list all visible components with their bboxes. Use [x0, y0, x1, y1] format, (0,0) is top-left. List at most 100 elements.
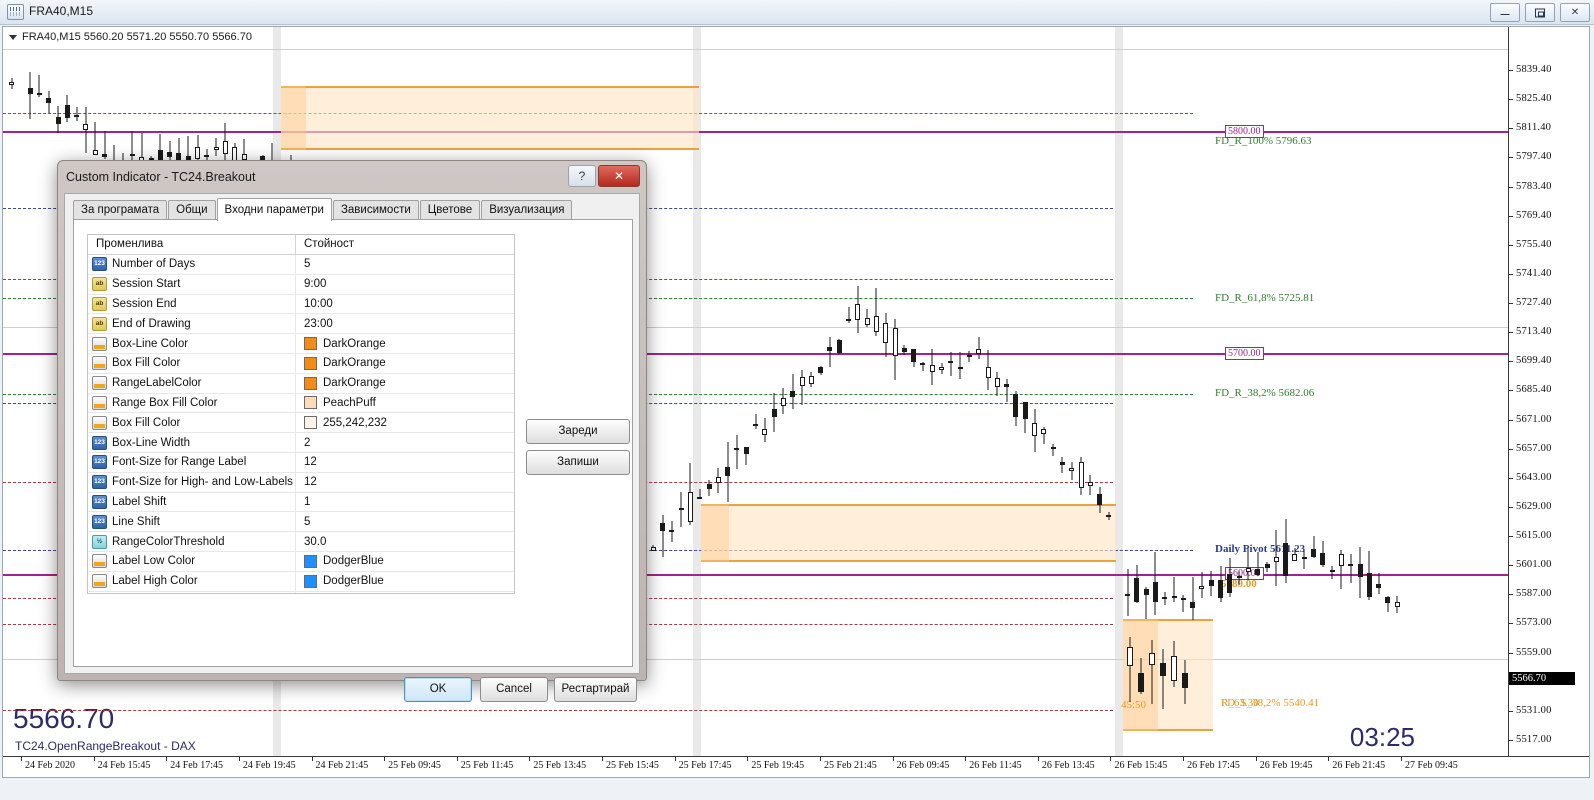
parameter-value: 5	[304, 515, 311, 528]
close-icon[interactable]: ✕	[1560, 3, 1590, 22]
parameter-name: Session End	[112, 297, 177, 310]
minimize-icon[interactable]	[1490, 3, 1520, 22]
table-row[interactable]: 123 Label Shift 1	[88, 492, 514, 513]
tab-3[interactable]: Зависимости	[332, 200, 419, 220]
parameter-name-cell: ab Session Start	[88, 274, 296, 294]
color-swatch	[304, 356, 317, 370]
tab-5[interactable]: Визуализация	[481, 200, 573, 220]
price-tick: 5573.00	[1509, 617, 1589, 628]
table-row[interactable]: Label High Color DodgerBlue	[88, 571, 514, 592]
color-swatch	[304, 554, 317, 568]
candlestick	[1366, 550, 1372, 600]
tab-4[interactable]: Цветове	[419, 200, 481, 220]
table-row[interactable]: 123 Number of Days 5	[88, 255, 514, 275]
candlestick	[771, 392, 777, 433]
candlestick	[1394, 596, 1400, 613]
table-row[interactable]: Range Box Fill Color PeachPuff	[88, 393, 514, 414]
help-icon[interactable]: ?	[568, 165, 596, 187]
price-tick-label: 5559.00	[1516, 646, 1552, 658]
dialog-tabs: За програмата Общи Входни параметри Зависим…	[73, 198, 573, 221]
parameter-value-cell[interactable]: 30.0	[296, 536, 514, 548]
parameter-name-cell: 123 Line Shift	[88, 512, 296, 532]
table-row[interactable]: 123 Font-Size for Range Label 12	[88, 452, 514, 473]
candlestick	[911, 348, 917, 367]
color-swatch	[304, 416, 317, 430]
table-row[interactable]: Box Fill Color 255,242,232	[88, 413, 514, 434]
color-icon	[92, 376, 107, 391]
tab-2[interactable]: Входни параметри	[216, 198, 332, 221]
candlestick	[1292, 547, 1298, 562]
tab-1[interactable]: Общи	[168, 200, 216, 220]
price-tick: 5825.40	[1509, 93, 1589, 104]
price-tick-label: 5573.00	[1516, 617, 1552, 629]
table-row[interactable]: Box-Line Color DarkOrange	[88, 334, 514, 354]
column-header-value: Стойност	[304, 238, 355, 250]
price-axis[interactable]: 5839.40 5825.40 5811.40 5797.40 5783.40 5769.…	[1508, 27, 1589, 757]
candlestick	[64, 94, 70, 123]
parameter-name: RangeLabelColor	[112, 377, 202, 390]
candlestick	[827, 337, 833, 367]
table-row[interactable]: ab Session Start 9:00	[88, 274, 514, 295]
parameter-name-cell: ab End of Drawing	[88, 314, 296, 334]
grid-line-0	[3, 49, 1511, 50]
parameter-value-cell[interactable]: 2	[296, 437, 514, 449]
time-tick-label: 25 Feb 11:45	[460, 760, 514, 771]
candlestick	[1376, 572, 1382, 594]
table-row[interactable]: 123 Font-Size for High- and Low-Labels 12	[88, 472, 514, 493]
parameter-value-cell[interactable]: DarkOrange	[296, 376, 514, 390]
candlestick	[1149, 639, 1155, 704]
time-axis[interactable]: 24 Feb 2020 24 Feb 15:45 24 Feb 17:45 24 Fe…	[3, 756, 1589, 777]
table-row[interactable]: ab Session End 10:00	[88, 294, 514, 315]
parameter-value: DarkOrange	[323, 357, 386, 370]
parameter-value: DodgerBlue	[323, 555, 384, 568]
dialog-close-icon[interactable]: ✕	[598, 165, 640, 187]
parameter-value-cell[interactable]: DodgerBlue	[296, 554, 514, 568]
table-row[interactable]: Label Low Color DodgerBlue	[88, 551, 514, 572]
parameter-value-cell[interactable]: 9:00	[296, 278, 514, 290]
parameter-value-cell[interactable]: PeachPuff	[296, 396, 514, 410]
table-row[interactable]: ½ RangeColorThreshold 30.0	[88, 532, 514, 552]
candlestick	[46, 90, 52, 113]
load-button[interactable]: Зареди	[526, 419, 630, 444]
parameter-value-cell[interactable]: 12	[296, 476, 514, 488]
range-low-label: R_63.30	[1221, 697, 1259, 709]
tab-0[interactable]: За програмата	[73, 200, 168, 220]
chevron-down-icon[interactable]	[9, 34, 17, 40]
table-row[interactable]: Box Fill Color DarkOrange	[88, 353, 514, 374]
candlestick	[1069, 461, 1075, 480]
window-controls: ✕	[1490, 3, 1590, 22]
chart-window-icon	[7, 4, 24, 20]
string-icon: ab	[92, 316, 107, 331]
time-tick-label: 24 Feb 2020	[25, 760, 75, 771]
candlestick	[901, 345, 907, 355]
day-separator-2	[1115, 27, 1123, 757]
parameter-value-cell[interactable]: 5	[296, 258, 514, 270]
table-row[interactable]: RangeLabelColor DarkOrange	[88, 373, 514, 394]
parameter-value-cell[interactable]: 10:00	[296, 298, 514, 310]
parameter-name-cell: Label High Color	[88, 571, 296, 591]
table-row[interactable]: ab End of Drawing 23:00	[88, 314, 514, 335]
application-window: FRA40,M15 ✕ FRA40,M15 5560.20 5571.20 55…	[0, 0, 1594, 800]
cancel-button[interactable]: Cancel	[480, 677, 548, 702]
restart-button[interactable]: Рестартирай	[554, 677, 637, 702]
parameter-value-cell[interactable]: DarkOrange	[296, 337, 514, 351]
parameter-value-cell[interactable]: 5	[296, 516, 514, 528]
ok-button[interactable]: OK	[404, 677, 472, 702]
price-tick: 5797.40	[1509, 151, 1589, 162]
parameter-value-cell[interactable]: 23:00	[296, 318, 514, 330]
maximize-icon[interactable]	[1525, 3, 1555, 22]
parameter-name: Box-Line Color	[112, 337, 189, 350]
time-tick-label: 25 Feb 09:45	[388, 760, 441, 771]
custom-indicator-dialog: Custom Indicator - TC24.Breakout ? ✕ За …	[57, 160, 647, 702]
parameter-value-cell[interactable]: 255,242,232	[296, 416, 514, 430]
parameter-value-cell[interactable]: DarkOrange	[296, 356, 514, 370]
table-row[interactable]: 123 Line Shift 5	[88, 512, 514, 533]
parameters-grid[interactable]: Променлива Стойност 123 Number of Days 5 ab…	[87, 234, 515, 594]
table-row[interactable]: 123rrr33	[88, 591, 514, 593]
save-button[interactable]: Запиши	[526, 450, 630, 475]
parameter-value-cell[interactable]: 12	[296, 456, 514, 468]
opening-range-box-1	[281, 86, 699, 150]
table-row[interactable]: 123 Box-Line Width 2	[88, 433, 514, 453]
parameter-value-cell[interactable]: DodgerBlue	[296, 574, 514, 588]
parameter-value-cell[interactable]: 1	[296, 496, 514, 508]
